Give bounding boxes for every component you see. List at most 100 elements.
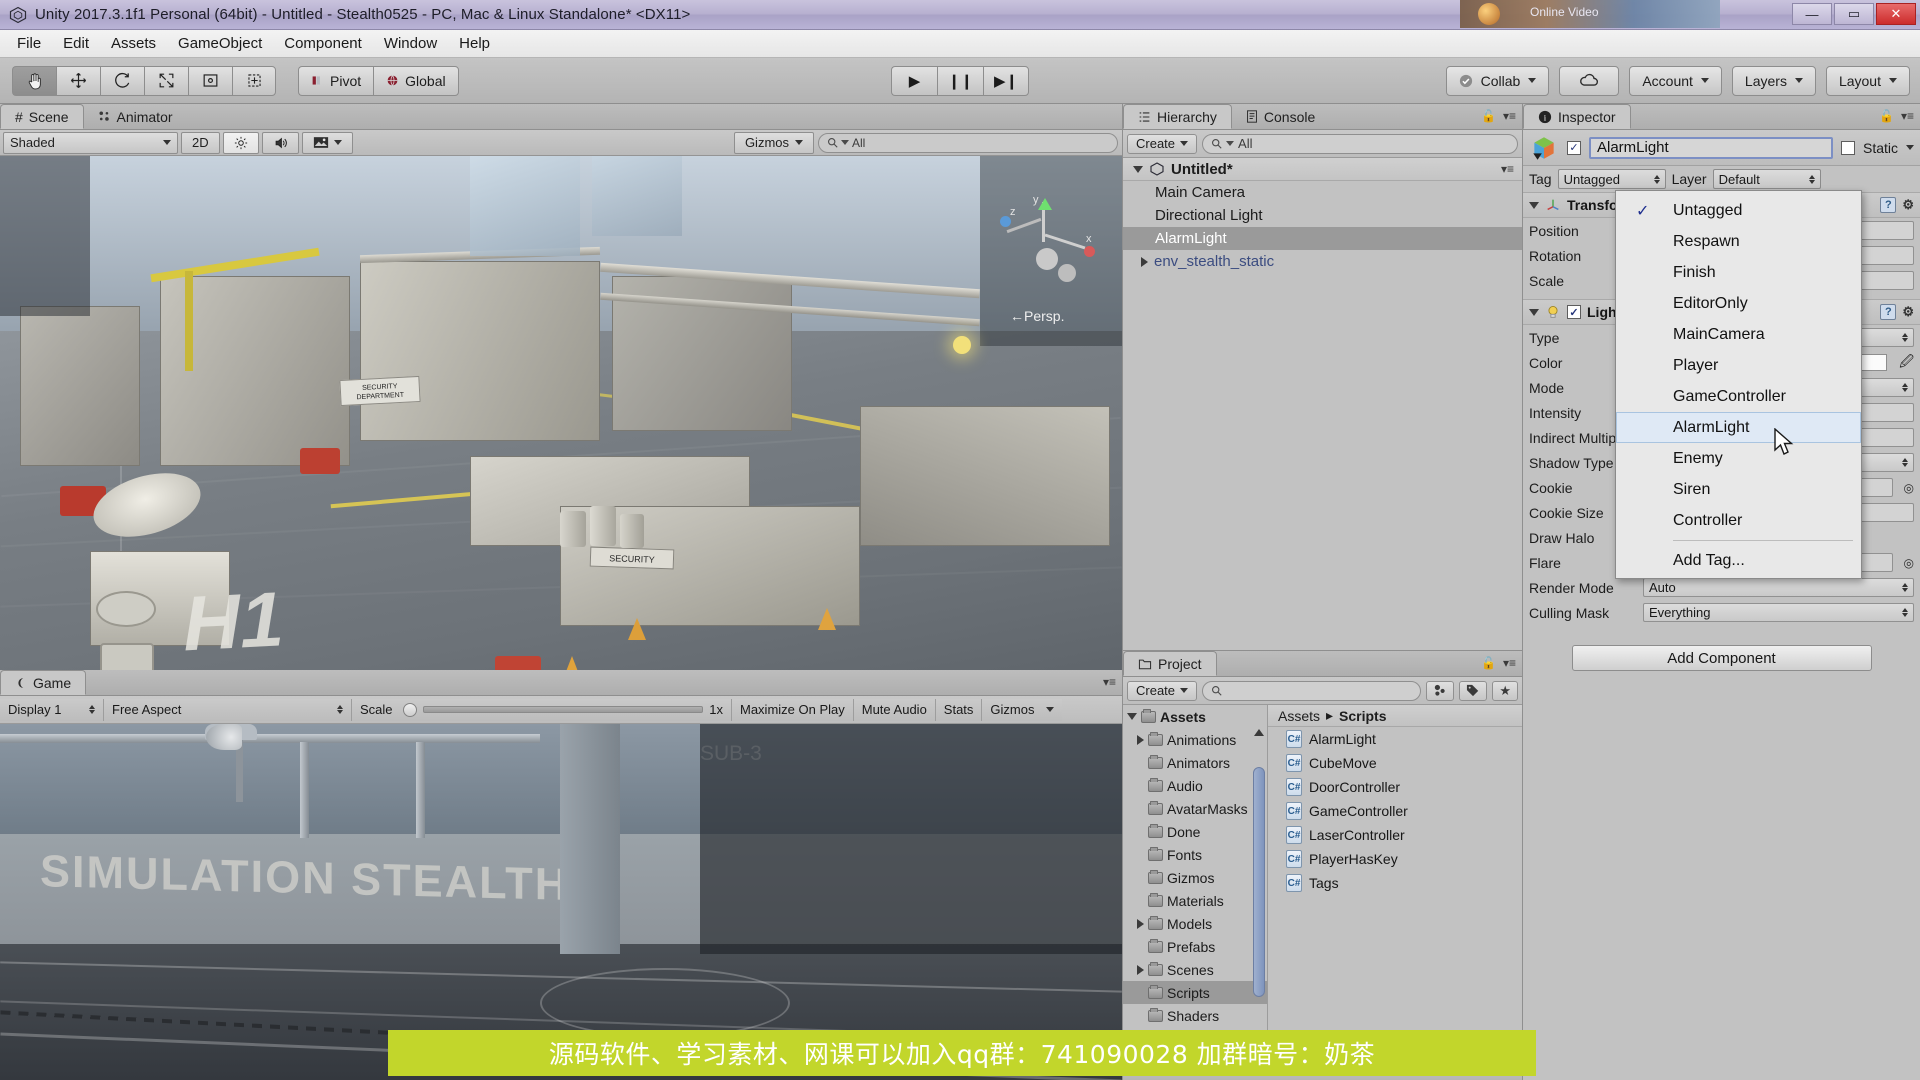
project-search-input[interactable] [1202, 680, 1422, 701]
layout-button[interactable]: Layout [1825, 65, 1910, 96]
tag-menu-item-enemy[interactable]: Enemy [1616, 443, 1861, 474]
tag-menu-item-finish[interactable]: Finish [1616, 257, 1861, 288]
pivot-button[interactable]: Pivot [298, 65, 374, 96]
scale-slider-handle[interactable] [402, 702, 417, 717]
tag-dropdown[interactable]: Untagged [1557, 169, 1666, 189]
hierarchy-search-input[interactable]: All [1202, 133, 1518, 154]
options-menu-icon[interactable]: ▾≡ [1503, 109, 1516, 123]
project-tree-item-done[interactable]: Done [1123, 820, 1267, 843]
chevron-down-icon[interactable] [1906, 145, 1914, 150]
transform-header-actions[interactable]: ? ⚙ [1880, 197, 1914, 213]
light-enabled-checkbox[interactable]: ✓ [1567, 305, 1581, 319]
project-filter-type-button[interactable] [1426, 680, 1455, 701]
eyedropper-icon[interactable]: 🖉 [1899, 351, 1914, 375]
project-filter-label-button[interactable] [1459, 680, 1488, 701]
game-aspect-dropdown[interactable]: Free Aspect [104, 698, 352, 721]
menu-file[interactable]: File [8, 32, 50, 55]
light-header-actions[interactable]: ? ⚙ [1880, 304, 1914, 320]
tag-menu-item-gamecontroller[interactable]: GameController [1616, 381, 1861, 412]
project-create-button[interactable]: Create [1127, 680, 1198, 701]
project-file-playerhaskey[interactable]: C# PlayerHasKey [1268, 847, 1522, 871]
project-tree-item-gizmos[interactable]: Gizmos [1123, 866, 1267, 889]
menu-component[interactable]: Component [275, 32, 371, 55]
add-component-button[interactable]: Add Component [1571, 645, 1872, 671]
game-stats-toggle[interactable]: Stats [935, 698, 983, 721]
hierarchy-item-main-camera[interactable]: Main Camera [1123, 181, 1522, 204]
layers-button[interactable]: Layers [1731, 65, 1816, 96]
maximize-button[interactable]: ▭ [1834, 3, 1874, 25]
tag-menu-item-maincamera[interactable]: MainCamera [1616, 319, 1861, 350]
scene-orientation-gizmo[interactable]: y x z [1000, 194, 1096, 294]
tab-console[interactable]: Console [1232, 104, 1329, 129]
object-name-field[interactable]: AlarmLight [1589, 136, 1833, 159]
step-button[interactable]: ▶❙ [983, 65, 1029, 96]
menu-window[interactable]: Window [375, 32, 446, 55]
game-scale-slider[interactable]: Scale 1x [352, 698, 732, 721]
pause-button[interactable]: ❙❙ [937, 65, 983, 96]
close-button[interactable]: ✕ [1876, 3, 1916, 25]
scene-gizmos-button[interactable]: Gizmos [733, 131, 814, 154]
static-checkbox[interactable] [1840, 140, 1855, 155]
tab-hierarchy[interactable]: Hierarchy [1123, 104, 1232, 129]
collab-button[interactable]: Collab [1445, 65, 1550, 96]
project-tree-item-shaders[interactable]: Shaders [1123, 1004, 1267, 1027]
chevron-down-icon[interactable] [1127, 713, 1137, 720]
breadcrumb-scripts[interactable]: Scripts [1339, 708, 1386, 724]
project-favorites-button[interactable]: ★ [1492, 680, 1518, 701]
minimize-button[interactable]: — [1792, 3, 1832, 25]
project-file-lasercontroller[interactable]: C# LaserController [1268, 823, 1522, 847]
project-tree-item-materials[interactable]: Materials [1123, 889, 1267, 912]
light-render-mode-dropdown[interactable]: Auto [1643, 578, 1914, 597]
tag-dropdown-menu[interactable]: ✓ Untagged Respawn Finish EditorOnly Mai… [1615, 190, 1862, 579]
project-tree-item-fonts[interactable]: Fonts [1123, 843, 1267, 866]
scene-lighting-toggle[interactable] [222, 131, 259, 154]
chevron-down-icon[interactable] [1133, 165, 1143, 173]
game-display-dropdown[interactable]: Display 1 [0, 698, 104, 721]
menu-edit[interactable]: Edit [54, 32, 98, 55]
hierarchy-create-button[interactable]: Create [1127, 133, 1198, 154]
hierarchy-item-env-stealth-static[interactable]: env_stealth_static [1123, 250, 1522, 273]
tag-menu-item-untagged[interactable]: ✓ Untagged [1616, 195, 1861, 226]
chevron-right-icon[interactable] [1141, 256, 1148, 267]
scene-fx-toggle[interactable] [301, 131, 353, 154]
chevron-right-icon[interactable] [1137, 734, 1144, 745]
tag-menu-item-controller[interactable]: Controller [1616, 505, 1861, 536]
project-tree-item-scripts[interactable]: Scripts [1123, 981, 1267, 1004]
options-menu-icon[interactable]: ▾≡ [1901, 109, 1914, 123]
scene-search-input[interactable]: All [818, 132, 1118, 153]
lock-icon[interactable]: 🔓 [1481, 656, 1496, 670]
project-tree[interactable]: Assets Animations Animators Audio Avatar… [1123, 705, 1268, 1058]
scene-persp-label[interactable]: ←Persp. [1010, 308, 1064, 324]
scrollbar-thumb[interactable] [1253, 767, 1265, 997]
cloud-button[interactable] [1559, 65, 1620, 96]
chevron-right-icon[interactable] [1137, 964, 1144, 975]
project-file-gamecontroller[interactable]: C# GameController [1268, 799, 1522, 823]
project-tree-item-audio[interactable]: Audio [1123, 774, 1267, 797]
project-file-tags[interactable]: C# Tags [1268, 871, 1522, 895]
scene-draw-mode-dropdown[interactable]: Shaded [3, 131, 178, 154]
account-button[interactable]: Account [1629, 65, 1722, 96]
tag-menu-item-editoronly[interactable]: EditorOnly [1616, 288, 1861, 319]
game-gizmos-dropdown[interactable]: Gizmos [982, 698, 1063, 721]
object-enabled-checkbox[interactable]: ✓ [1567, 140, 1581, 155]
game-viewport[interactable]: SIMULATION STEALTH SUB-3 [0, 724, 1122, 1080]
transform-tool-button[interactable] [232, 65, 276, 96]
game-maximize-toggle[interactable]: Maximize On Play [732, 698, 854, 721]
gear-icon[interactable]: ⚙ [1902, 304, 1914, 320]
window-controls[interactable]: — ▭ ✕ [1792, 3, 1916, 25]
menu-gameobject[interactable]: GameObject [169, 32, 271, 55]
project-tree-item-assets[interactable]: Assets [1123, 705, 1267, 728]
project-tree-item-models[interactable]: Models [1123, 912, 1267, 935]
help-icon[interactable]: ? [1880, 197, 1897, 213]
menu-help[interactable]: Help [450, 32, 499, 55]
project-tree-item-avatarmasks[interactable]: AvatarMasks [1123, 797, 1267, 820]
rotate-tool-button[interactable] [100, 65, 144, 96]
game-mute-toggle[interactable]: Mute Audio [853, 698, 936, 721]
project-tree-item-animations[interactable]: Animations [1123, 728, 1267, 751]
object-picker-icon[interactable]: ◎ [1904, 556, 1914, 570]
project-file-doorcontroller[interactable]: C# DoorController [1268, 775, 1522, 799]
tag-menu-item-siren[interactable]: Siren [1616, 474, 1861, 505]
light-culling-mask-dropdown[interactable]: Everything [1643, 603, 1914, 622]
project-tree-scrollbar[interactable] [1253, 729, 1265, 1019]
project-tree-item-prefabs[interactable]: Prefabs [1123, 935, 1267, 958]
